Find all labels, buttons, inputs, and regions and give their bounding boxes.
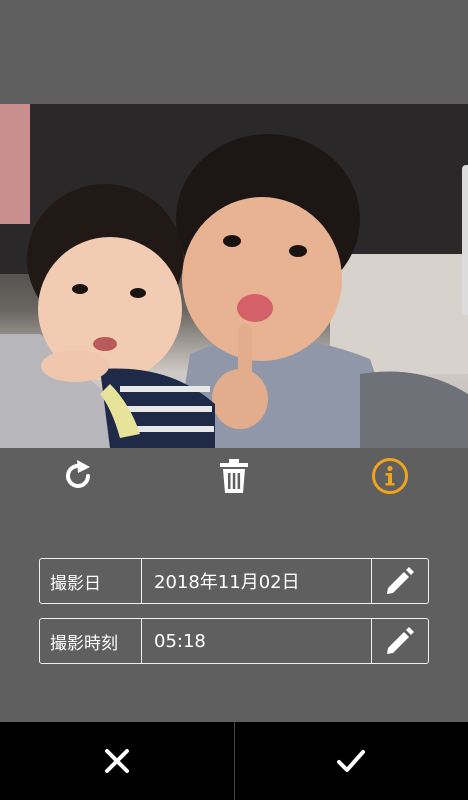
date-value: 2018年11月02日: [142, 559, 372, 603]
confirm-button[interactable]: [235, 722, 468, 800]
photo-image: [0, 104, 468, 448]
time-row: 撮影時刻 05:18: [39, 618, 429, 664]
pencil-icon: [387, 627, 414, 654]
pencil-icon: [387, 567, 414, 594]
rotate-button[interactable]: [58, 456, 98, 496]
time-value: 05:18: [142, 619, 372, 663]
trash-icon: [220, 459, 248, 493]
date-label: 撮影日: [40, 559, 142, 603]
close-icon: [104, 749, 129, 773]
info-icon: [372, 458, 408, 494]
check-icon: [337, 750, 366, 772]
date-row: 撮影日 2018年11月02日: [39, 558, 429, 604]
rotate-icon: [66, 460, 90, 488]
edit-time-button[interactable]: [372, 619, 428, 663]
photo-preview: [0, 104, 468, 448]
delete-button[interactable]: [214, 456, 254, 496]
info-button[interactable]: [370, 456, 410, 496]
photo-toolbar: [0, 448, 468, 502]
time-label: 撮影時刻: [40, 619, 142, 663]
cancel-button[interactable]: [0, 722, 234, 800]
bottom-action-bar: [0, 722, 468, 800]
edit-date-button[interactable]: [372, 559, 428, 603]
side-scroll-handle[interactable]: [462, 165, 468, 315]
